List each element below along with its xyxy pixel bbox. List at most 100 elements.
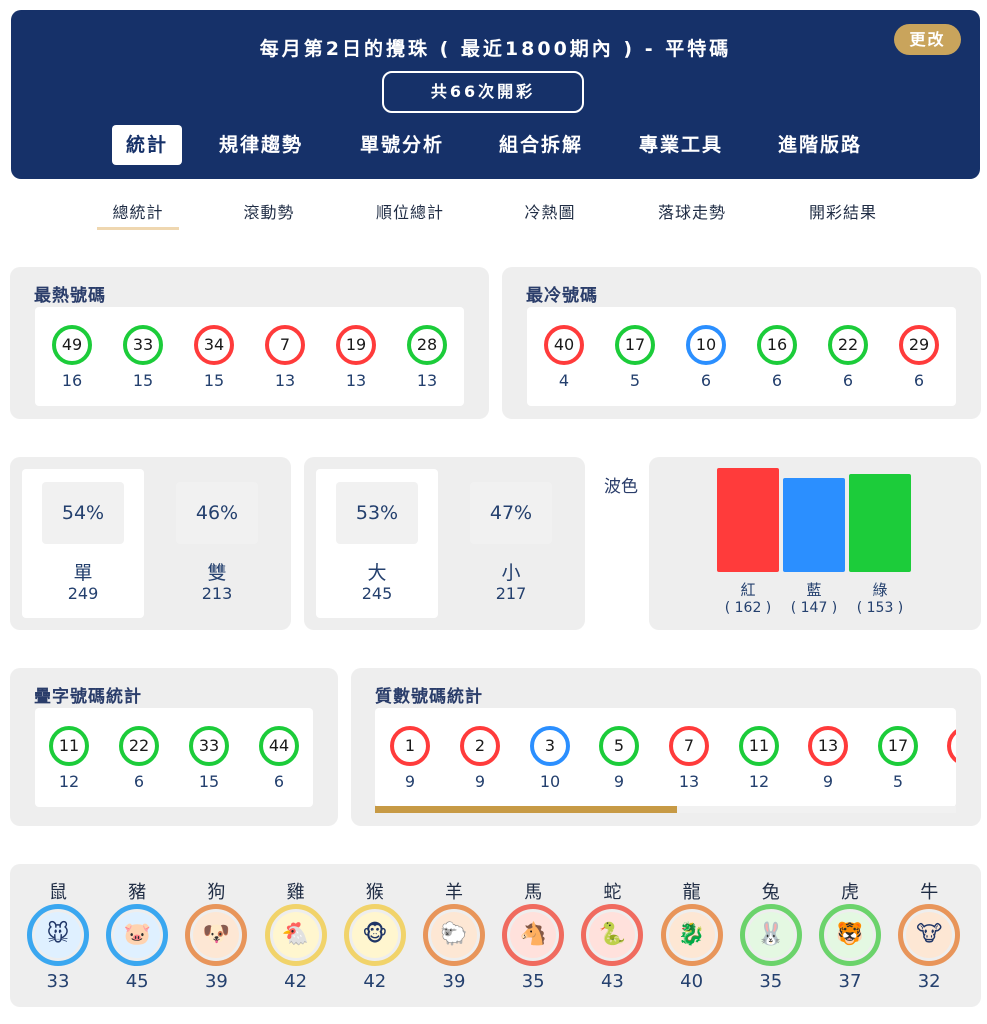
ball-partial[interactable] [947,726,956,766]
ball-count: 5 [629,371,641,390]
main-nav-tabs: 統計 規律趨勢 單號分析 組合拆解 專業工具 進階版路 [11,125,980,165]
zodiac-count: 42 [363,971,387,992]
subtab-heatmap[interactable]: 冷熱圖 [509,199,591,223]
odd-count: 249 [67,584,99,603]
wave-label-blue: 藍 [806,581,822,599]
subtab-position[interactable]: 順位總計 [362,199,458,223]
cold-numbers-panel: 最冷號碼 40 4 17 5 10 6 16 6 22 6 29 6 [502,267,981,419]
zodiac-count: 42 [284,971,308,992]
subtab-overall[interactable]: 總統計 [97,199,179,223]
ball[interactable]: 19 [336,325,376,365]
ball[interactable]: 22 [828,325,868,365]
rooster-icon[interactable]: 🐔 [264,904,327,966]
subtab-ball-trend[interactable]: 落球走勢 [644,199,740,223]
ball-count: 15 [132,371,154,390]
goat-icon[interactable]: 🐑 [423,904,485,966]
subtab-results[interactable]: 開彩結果 [795,199,891,223]
zodiac-count: 39 [442,971,466,992]
ball[interactable]: 5 [599,726,639,766]
ball-count: 6 [913,371,925,390]
ball-count: 12 [748,772,770,791]
horse-icon[interactable]: 🐴 [502,904,565,966]
ox-icon[interactable]: 🐮 [898,904,961,966]
wave-value-blue: ( 147 ) [790,600,838,616]
double-digit-panel: 疊字號碼統計 11 12 22 6 33 15 44 6 [10,668,338,826]
zodiac-count: 39 [204,971,228,992]
scrollbar-thumb[interactable] [375,806,677,813]
ball[interactable]: 33 [123,325,163,365]
odd-card: 54% 單 249 [22,469,144,618]
ball-count: 10 [539,772,561,791]
ball[interactable]: 16 [757,325,797,365]
prime-numbers-title: 質數號碼統計 [375,687,483,707]
header-bar: 每月第2日的攪珠 ( 最近1800期內 ) - 平特碼 更改 共66次開彩 統計… [11,10,980,179]
dragon-icon[interactable]: 🐉 [660,904,723,966]
ball-count: 15 [203,371,225,390]
ball[interactable]: 29 [899,325,939,365]
wave-label-red: 紅 [740,581,756,599]
zodiac-name: 蛇 [603,882,622,903]
prime-numbers-list[interactable]: 1 9 2 9 3 10 5 9 7 13 11 12 13 9 17 5 [375,708,956,807]
dog-icon[interactable]: 🐶 [185,904,248,966]
ball[interactable]: 22 [119,726,159,766]
hot-numbers-title: 最熱號碼 [34,286,106,306]
zodiac-panel: 鼠 🐭 33 豬 🐷 45 狗 🐶 39 雞 🐔 42 猴 🐵 42 羊 🐑 39 馬 🐴 35 蛇 🐍 43 龍 🐉 40 兔 🐰 35… [10,864,981,1007]
ball-count: 13 [416,371,438,390]
rat-icon[interactable]: 🐭 [27,904,89,966]
snake-icon[interactable]: 🐍 [581,904,644,966]
ball[interactable]: 44 [259,726,299,766]
draw-count-badge: 共66次開彩 [382,71,584,113]
tab-single-analysis[interactable]: 單號分析 [350,125,454,165]
ball-count: 6 [771,371,783,390]
odd-percent: 54% [42,482,124,544]
big-count: 245 [361,584,393,603]
ball[interactable]: 11 [49,726,89,766]
ball-count: 9 [613,772,625,791]
even-label: 雙 [207,562,227,584]
ball[interactable]: 10 [686,325,726,365]
big-label: 大 [367,562,387,584]
pig-icon[interactable]: 🐷 [106,904,169,966]
tiger-icon[interactable]: 🐯 [819,904,881,966]
tab-combination[interactable]: 組合拆解 [489,125,593,165]
tab-advanced-roads[interactable]: 進階版路 [768,125,872,165]
ball[interactable]: 7 [265,325,305,365]
wave-value-green: ( 153 ) [856,600,904,616]
ball[interactable]: 17 [878,726,918,766]
ball[interactable]: 3 [530,726,570,766]
monkey-icon[interactable]: 🐵 [343,904,406,966]
ball[interactable]: 28 [407,325,447,365]
wave-bar-red [717,468,779,572]
ball-count: 15 [198,772,220,791]
ball-count: 16 [61,371,83,390]
zodiac-name: 牛 [920,882,939,903]
change-button[interactable]: 更改 [894,24,961,55]
ball[interactable]: 17 [615,325,655,365]
ball-count: 6 [842,371,854,390]
ball[interactable]: 33 [189,726,229,766]
odd-even-panel: 54% 單 249 46% 雙 213 [10,457,291,630]
subtab-rolling[interactable]: 滾動勢 [228,199,310,223]
ball[interactable]: 1 [390,726,430,766]
ball[interactable]: 2 [460,726,500,766]
wave-bar-blue [783,478,845,572]
rabbit-icon[interactable]: 🐰 [739,904,802,966]
tab-trends[interactable]: 規律趨勢 [209,125,313,165]
ball[interactable]: 13 [808,726,848,766]
wave-bar-green [849,474,911,572]
zodiac-count: 35 [521,971,545,992]
hot-numbers-list: 49 16 33 15 34 15 7 13 19 13 28 13 [35,307,464,406]
tab-pro-tools[interactable]: 專業工具 [629,125,733,165]
zodiac-name: 雞 [286,882,305,903]
ball[interactable]: 40 [544,325,584,365]
tab-statistics[interactable]: 統計 [112,125,182,165]
ball[interactable]: 7 [669,726,709,766]
ball[interactable]: 49 [52,325,92,365]
ball[interactable]: 11 [739,726,779,766]
wave-label-green: 綠 [872,581,888,599]
zodiac-count: 43 [600,971,624,992]
page-title: 每月第2日的攪珠 ( 最近1800期內 ) - 平特碼 [259,38,732,60]
zodiac-name: 猴 [365,882,384,903]
ball-count: 9 [822,772,834,791]
ball[interactable]: 34 [194,325,234,365]
